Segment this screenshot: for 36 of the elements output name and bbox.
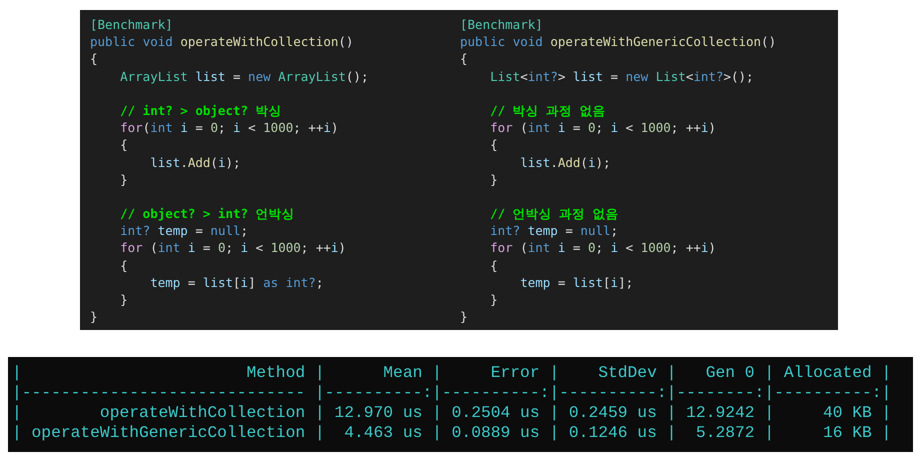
code-line: [Benchmark]: [90, 16, 173, 34]
code-line: [Benchmark]: [460, 16, 543, 34]
code-line: for (int i = 0; i < 1000; ++i): [489, 239, 716, 257]
code-line: // int? > object? 박싱: [119, 102, 282, 120]
code-line: // object? > int? 언박싱: [119, 205, 295, 222]
code-line: {: [90, 50, 98, 68]
code-line: temp = list[i] as int?;: [149, 274, 324, 291]
code-line: {: [119, 256, 128, 274]
table-row-text: | operateWithGenericCollection | 4.463 us | 0.0889 us | 0.1246 us | 5.2872 | 16 KB |: [12, 423, 892, 443]
code-line: int? temp = null;: [489, 222, 618, 240]
code-line: // 언박싱 과정 없음: [489, 205, 619, 222]
table-row-text: | Method | Mean | Error | StdDev | Gen 0 | Allocated |: [12, 363, 892, 383]
code-line: int? temp = null;: [119, 222, 248, 240]
code-line: list.Add(i);: [519, 154, 611, 171]
code-line: }: [489, 170, 498, 188]
code-line: {: [489, 136, 498, 154]
code-line: }: [460, 308, 468, 326]
code-line: {: [119, 136, 128, 154]
code-line: }: [119, 291, 128, 308]
code-line: for (int i = 0; i < 1000; ++i): [489, 119, 716, 136]
code-line: List<int?> list = new List<int?>();: [489, 68, 754, 85]
code-line: // 박싱 과정 없음: [489, 102, 606, 120]
code-line: }: [90, 308, 98, 326]
code-line: for(int i = 0; i < 1000; ++i): [119, 119, 338, 136]
table-row-text: | operateWithCollection | 12.970 us | 0.2504 us | 0.2459 us | 12.9242 | 40 KB |: [12, 403, 892, 423]
code-line: ArrayList list = new ArrayList();: [119, 68, 368, 85]
code-line: for (int i = 0; i < 1000; ++i): [119, 239, 346, 257]
code-line: {: [460, 50, 468, 68]
code-line: {: [489, 256, 498, 274]
code-line: temp = list[i];: [519, 274, 634, 291]
code-line: }: [119, 170, 128, 188]
code-line: public void operateWithCollection(): [90, 33, 354, 50]
table-row-text: |----------------------------- |----------:|----------:|----------:|--------:|----------:|: [12, 383, 892, 403]
code-line: public void operateWithGenericCollection(): [460, 33, 776, 50]
code-line: list.Add(i);: [149, 154, 241, 171]
code-line: }: [489, 291, 498, 308]
